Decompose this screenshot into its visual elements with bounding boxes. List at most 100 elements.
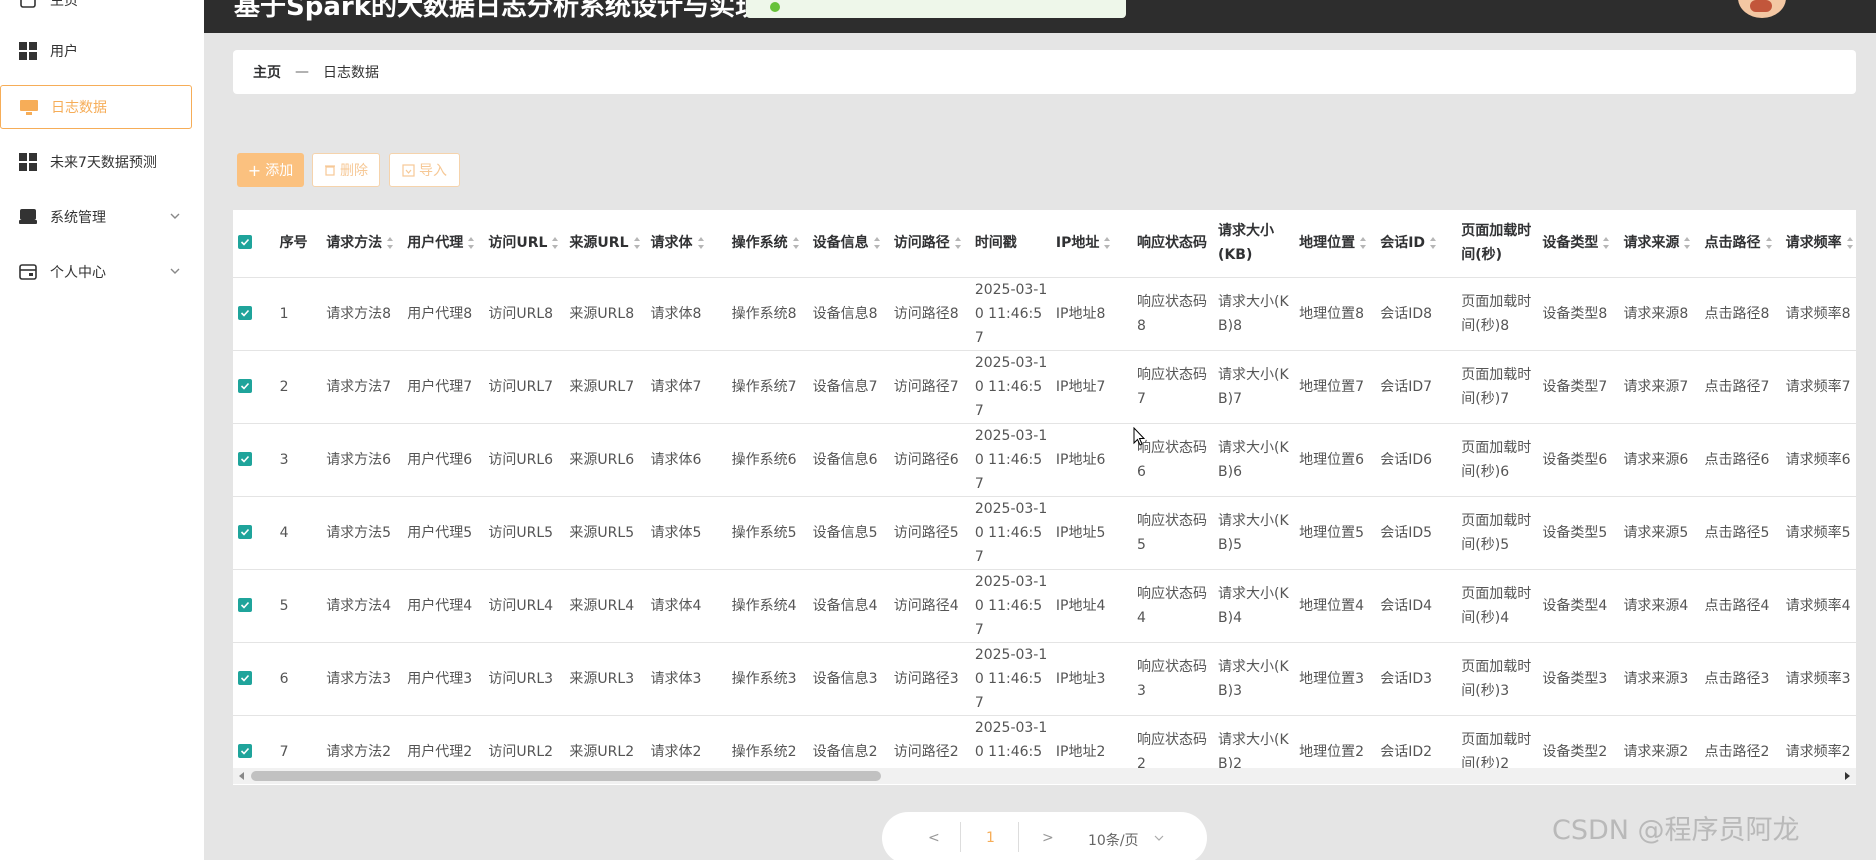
- scrollbar-thumb[interactable]: [251, 771, 881, 781]
- table-cell-os: 操作系统5: [727, 495, 809, 569]
- table-cell-click: 点击路径5: [1700, 495, 1782, 569]
- table-cell-freq: 请求频率4: [1781, 568, 1856, 642]
- column-header-label: 用户代理: [407, 235, 464, 252]
- row-checkbox[interactable]: [233, 422, 276, 496]
- table-cell-path: 访问路径4: [889, 568, 971, 642]
- add-button[interactable]: + 添加: [237, 153, 304, 187]
- page-number-current[interactable]: 1: [986, 830, 995, 846]
- row-checkbox[interactable]: [233, 349, 276, 423]
- column-header-sortable[interactable]: 访问URL: [484, 210, 566, 277]
- cell-text: 点击路径6: [1704, 451, 1770, 468]
- sidebar-item-log-data[interactable]: 日志数据: [0, 85, 192, 129]
- column-header-sortable[interactable]: 访问路径: [889, 210, 971, 277]
- row-checkbox[interactable]: [233, 276, 276, 350]
- import-button[interactable]: 导入: [389, 153, 460, 187]
- scroll-right-arrow[interactable]: [1845, 772, 1850, 780]
- import-button-label: 导入: [419, 163, 447, 179]
- column-header-sortable[interactable]: 用户代理: [403, 210, 485, 277]
- column-header-sortable[interactable]: 来源URL: [565, 210, 647, 277]
- table-row[interactable]: 3 请求方法6 用户代理6 访问URL6 来源URL6 请求体6 操作系统6 设备信息6 访问路…: [233, 422, 1856, 496]
- table-cell-ref: 来源URL6: [565, 422, 647, 496]
- sidebar-item-home[interactable]: 主页: [0, 0, 204, 22]
- row-checkbox[interactable]: [233, 641, 276, 715]
- cell-text: 响应状态码5: [1136, 512, 1207, 553]
- column-header-sortable[interactable]: 会话ID: [1376, 210, 1458, 277]
- column-header-sortable[interactable]: 地理位置: [1295, 210, 1377, 277]
- sort-icon[interactable]: [633, 237, 641, 250]
- sidebar-item-users[interactable]: 用户: [0, 29, 204, 73]
- cell-text: 访问URL2: [488, 743, 554, 760]
- cell-text: 请求体5: [650, 524, 702, 541]
- table-horizontal-scrollbar[interactable]: [233, 768, 1856, 784]
- sort-icon[interactable]: [1846, 237, 1854, 250]
- cell-text: 设备信息3: [812, 670, 878, 687]
- sidebar-item-profile[interactable]: 个人中心: [0, 250, 204, 294]
- table-cell-path: 访问路径3: [889, 641, 971, 715]
- sort-icon[interactable]: [697, 237, 705, 250]
- table-cell-sid: 会话ID7: [1376, 349, 1458, 423]
- cell-text: 访问URL5: [488, 524, 554, 541]
- sort-icon[interactable]: [1359, 237, 1367, 250]
- checked-icon: [238, 743, 252, 758]
- table-cell-click: 点击路径3: [1700, 641, 1782, 715]
- table-row[interactable]: 1 请求方法8 用户代理8 访问URL8 来源URL8 请求体8 操作系统8 设备信息8 访问路…: [233, 276, 1856, 350]
- column-header-sortable[interactable]: 操作系统: [727, 210, 809, 277]
- scroll-left-arrow[interactable]: [239, 772, 244, 780]
- table-row[interactable]: 4 请求方法5 用户代理5 访问URL5 来源URL5 请求体5 操作系统5 设备信息5 访问路…: [233, 495, 1856, 569]
- avatar[interactable]: [1738, 0, 1786, 18]
- column-header-sortable[interactable]: 设备信息: [808, 210, 890, 277]
- delete-button[interactable]: 删除: [312, 153, 380, 187]
- cell-text: 页面加载时间(秒)7: [1461, 366, 1532, 407]
- sort-icon[interactable]: [792, 237, 800, 250]
- chevron-down-icon[interactable]: [1154, 834, 1164, 842]
- column-header-sortable[interactable]: 请求来源: [1619, 210, 1701, 277]
- select-all-checkbox[interactable]: [233, 210, 276, 277]
- table-row[interactable]: 2 请求方法7 用户代理7 访问URL7 来源URL7 请求体7 操作系统7 设备信息7 访问路…: [233, 349, 1856, 423]
- row-checkbox[interactable]: [233, 495, 276, 569]
- sort-icon[interactable]: [954, 237, 962, 250]
- column-header-label: 请求来源: [1623, 235, 1680, 252]
- column-header-sortable[interactable]: IP地址: [1051, 210, 1133, 277]
- success-toast: [746, 0, 1126, 18]
- page-size-select[interactable]: 10条/页: [1088, 830, 1139, 850]
- column-header-sortable[interactable]: 请求体: [646, 210, 728, 277]
- cell-text: 访问路径4: [893, 597, 959, 614]
- sort-icon[interactable]: [386, 237, 394, 250]
- keyboard-icon: [18, 207, 38, 227]
- cell-text: 2025-03-10 11:46:57: [974, 500, 1048, 565]
- sidebar-item-system[interactable]: 系统管理: [0, 195, 204, 239]
- sort-icon[interactable]: [1683, 237, 1691, 250]
- cell-text: 操作系统7: [731, 378, 797, 395]
- cell-text: 访问路径2: [893, 743, 959, 760]
- sidebar-item-forecast[interactable]: 未来7天数据预测: [0, 140, 204, 184]
- table-row[interactable]: 5 请求方法4 用户代理4 访问URL4 来源URL4 请求体4 操作系统4 设备信息4 访问路…: [233, 568, 1856, 642]
- table-cell-device: 设备信息4: [808, 568, 890, 642]
- table-cell-size: 请求大小(KB)4: [1214, 568, 1296, 642]
- table-cell-source: 请求来源5: [1619, 495, 1701, 569]
- column-header-sortable[interactable]: 设备类型: [1538, 210, 1620, 277]
- table-cell-ua: 用户代理7: [403, 349, 485, 423]
- prev-page-button[interactable]: <: [928, 830, 940, 846]
- table-cell-url: 访问URL6: [484, 422, 566, 496]
- breadcrumb-home[interactable]: 主页: [253, 62, 281, 82]
- breadcrumb-separator: —: [295, 64, 309, 80]
- sort-icon[interactable]: [551, 237, 559, 250]
- next-page-button[interactable]: >: [1042, 830, 1054, 846]
- row-checkbox[interactable]: [233, 568, 276, 642]
- table-cell-ts: 2025-03-10 11:46:57: [970, 276, 1052, 350]
- sort-icon[interactable]: [873, 237, 881, 250]
- sort-icon[interactable]: [1765, 237, 1773, 250]
- column-header-sortable[interactable]: 点击路径: [1700, 210, 1782, 277]
- table-row[interactable]: 6 请求方法3 用户代理3 访问URL3 来源URL3 请求体3 操作系统3 设备信息3 访问路…: [233, 641, 1856, 715]
- column-header-label: 请求大小(KB): [1218, 223, 1275, 264]
- sort-icon[interactable]: [1602, 237, 1610, 250]
- cell-text: IP地址5: [1055, 524, 1106, 541]
- breadcrumb-current: 日志数据: [323, 65, 379, 81]
- sort-icon[interactable]: [467, 237, 475, 250]
- cell-text: 设备信息6: [812, 451, 878, 468]
- column-header-sortable[interactable]: 请求方法: [322, 210, 404, 277]
- cell-text: 页面加载时间(秒)6: [1461, 439, 1532, 480]
- sort-icon[interactable]: [1103, 237, 1111, 250]
- column-header-sortable[interactable]: 请求频率: [1781, 210, 1856, 277]
- sort-icon[interactable]: [1429, 237, 1437, 250]
